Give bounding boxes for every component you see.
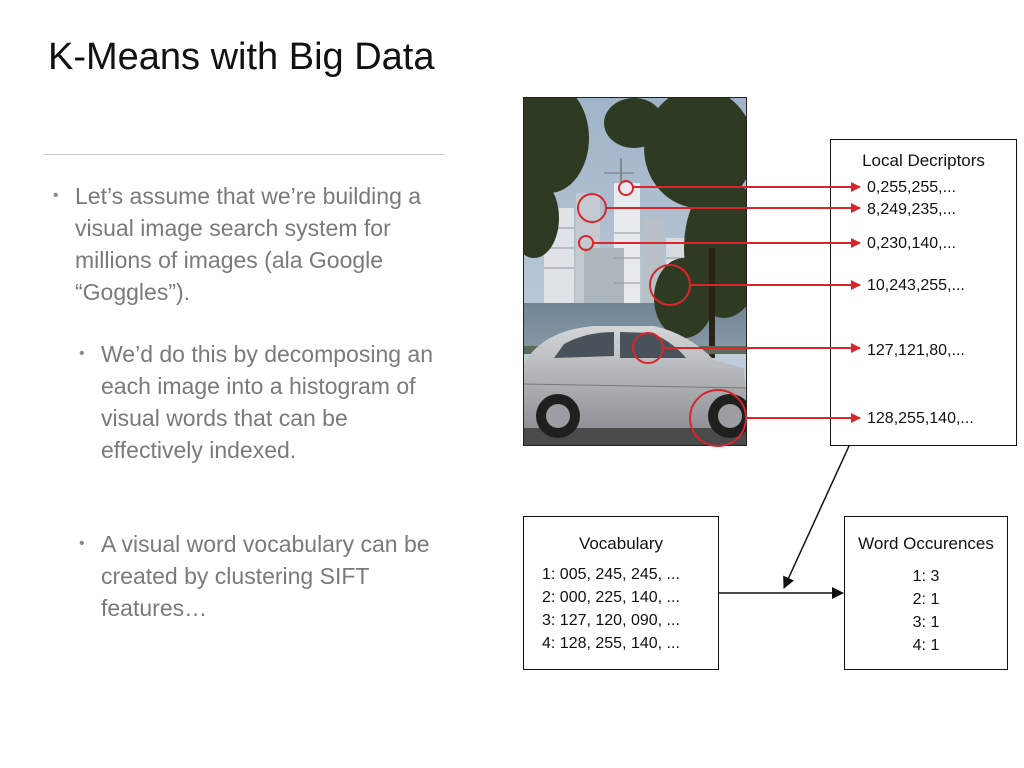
bullet-text: A visual word vocabulary can be created … — [101, 531, 430, 621]
vocabulary-title: Vocabulary — [578, 534, 664, 553]
descriptor-value: 10,243,255,... — [867, 277, 965, 294]
descriptor-value: 0,255,255,... — [867, 179, 956, 196]
vocabulary-list: 1: 005, 245, 245, ... 2: 000, 225, 140, … — [542, 563, 680, 655]
photo-illustration — [524, 98, 746, 445]
title-divider — [44, 154, 444, 155]
vocabulary-entry: 4: 128, 255, 140, ... — [542, 635, 680, 652]
bullet-dot-icon: • — [79, 345, 85, 362]
descriptor-value: 8,249,235,... — [867, 201, 956, 218]
sub-bullet-item: • A visual word vocabulary can be create… — [79, 528, 451, 624]
descriptor-to-occurrence-arrow — [783, 445, 850, 589]
word-occurrence-entry: 3: 1 — [912, 614, 940, 631]
local-descriptors-title: Local Decriptors — [862, 151, 985, 170]
bullet-text: Let’s assume that we’re building a visua… — [75, 183, 422, 305]
bullet-item: • Let’s assume that we’re building a vis… — [53, 180, 455, 308]
word-occurrence-entry: 4: 1 — [912, 637, 940, 654]
word-occurrences-title: Word Occurences — [858, 534, 994, 553]
bullet-dot-icon: • — [79, 535, 85, 552]
vocabulary-entry: 1: 005, 245, 245, ... — [542, 566, 680, 583]
descriptor-value: 128,255,140,... — [867, 410, 974, 427]
descriptor-value: 0,230,140,... — [867, 235, 956, 252]
descriptor-value: 127,121,80,... — [867, 342, 965, 359]
bullet-text: We’d do this by decomposing an each imag… — [101, 341, 433, 463]
street-photo — [523, 97, 747, 446]
vocabulary-entry: 3: 127, 120, 090, ... — [542, 612, 680, 629]
sub-bullet-item: • We’d do this by decomposing an each im… — [79, 338, 451, 466]
word-occurrence-entry: 2: 1 — [912, 591, 940, 608]
bullet-dot-icon: • — [53, 187, 59, 204]
word-occurrences-box: Word Occurences 1: 3 2: 1 3: 1 4: 1 — [844, 516, 1008, 670]
slide-title: K-Means with Big Data — [48, 36, 435, 78]
word-occurrence-entry: 1: 3 — [912, 568, 940, 585]
vocabulary-box: Vocabulary 1: 005, 245, 245, ... 2: 000,… — [523, 516, 719, 670]
vocabulary-entry: 2: 000, 225, 140, ... — [542, 589, 680, 606]
word-occurrences-list: 1: 3 2: 1 3: 1 4: 1 — [845, 565, 1007, 657]
local-descriptors-box: Local Decriptors 0,255,255,... 8,249,235… — [830, 139, 1017, 446]
